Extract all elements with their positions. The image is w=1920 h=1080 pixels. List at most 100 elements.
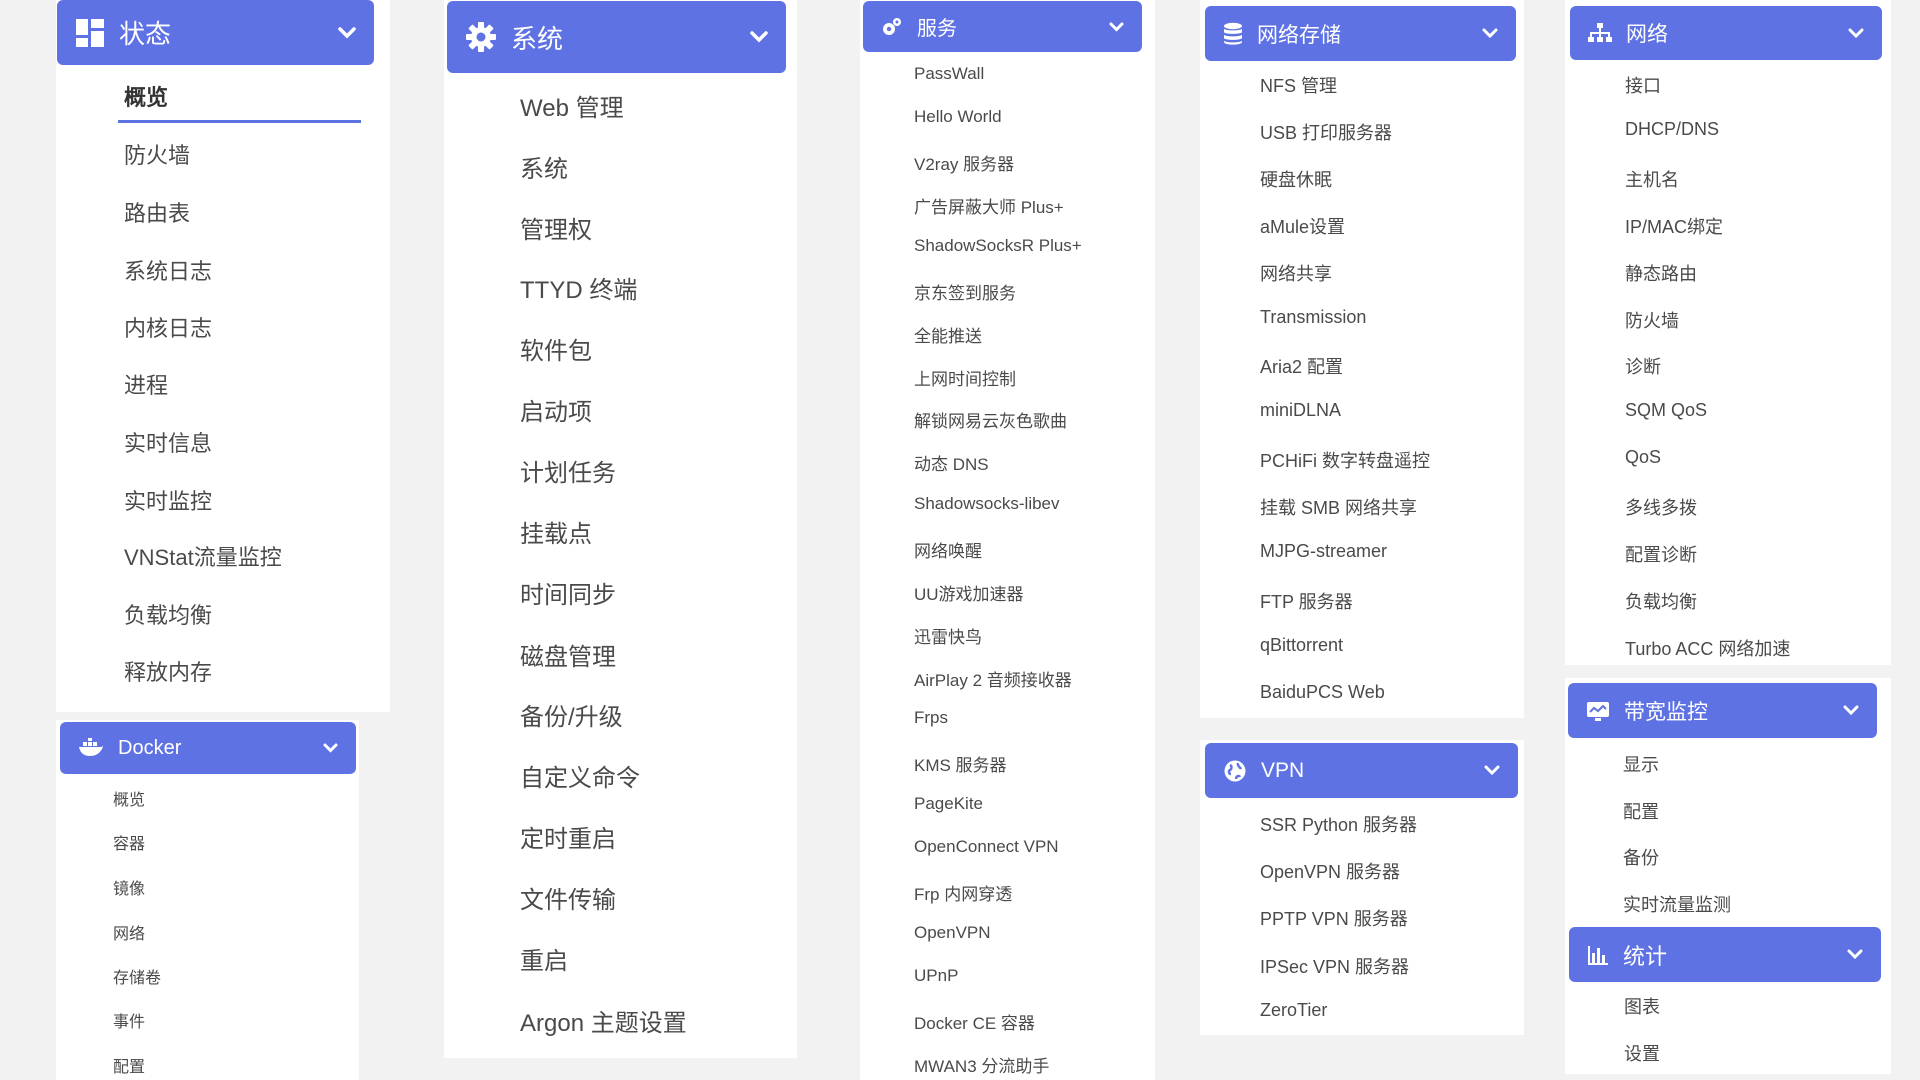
vpn-item[interactable]: SSR Python 服务器 <box>1260 811 1417 837</box>
status-item[interactable]: 负载均衡 <box>124 598 212 630</box>
nas-item[interactable]: Aria2 配置 <box>1260 353 1343 379</box>
network-item[interactable]: IP/MAC绑定 <box>1625 213 1723 239</box>
services-item[interactable]: OpenConnect VPN <box>914 837 1059 857</box>
nas-item[interactable]: NFS 管理 <box>1260 72 1337 98</box>
services-item[interactable]: KMS 服务器 <box>914 751 1007 776</box>
network-item[interactable]: 静态路由 <box>1625 260 1697 286</box>
stats-menu-header[interactable]: 统计 <box>1569 927 1881 982</box>
system-item[interactable]: 重启 <box>520 941 568 976</box>
status-item[interactable]: 内核日志 <box>124 311 212 343</box>
status-item[interactable]: 进程 <box>124 368 168 400</box>
services-item[interactable]: OpenVPN <box>914 923 991 943</box>
status-item[interactable]: 路由表 <box>124 196 190 228</box>
services-item[interactable]: PageKite <box>914 794 983 814</box>
nas-item[interactable]: 网络共享 <box>1260 260 1332 286</box>
system-item[interactable]: Web 管理 <box>520 88 624 123</box>
network-item[interactable]: 多线多拨 <box>1625 494 1697 520</box>
system-item[interactable]: 定时重启 <box>520 819 616 854</box>
stats-item[interactable]: 图表 <box>1624 993 1660 1019</box>
status-menu-header[interactable]: 状态 <box>57 0 374 65</box>
services-item[interactable]: Hello World <box>914 107 1002 127</box>
system-item[interactable]: 磁盘管理 <box>520 637 616 672</box>
services-item[interactable]: 京东签到服务 <box>914 279 1016 304</box>
network-item[interactable]: Turbo ACC 网络加速 <box>1625 635 1790 661</box>
services-item[interactable]: UPnP <box>914 966 958 986</box>
docker-item[interactable]: 配置 <box>113 1053 145 1077</box>
network-item[interactable]: QoS <box>1625 447 1661 468</box>
services-item[interactable]: AirPlay 2 音频接收器 <box>914 666 1072 691</box>
stats-item[interactable]: 设置 <box>1624 1040 1660 1066</box>
status-item[interactable]: 系统日志 <box>124 254 212 286</box>
services-item[interactable]: 上网时间控制 <box>914 365 1016 390</box>
network-item[interactable]: 防火墙 <box>1625 307 1679 333</box>
nas-item[interactable]: qBittorrent <box>1260 635 1343 656</box>
system-item[interactable]: 时间同步 <box>520 575 616 610</box>
services-item[interactable]: 广告屏蔽大师 Plus+ <box>914 193 1064 218</box>
services-item[interactable]: 解锁网易云灰色歌曲 <box>914 407 1067 432</box>
nas-item[interactable]: BaiduPCS Web <box>1260 682 1385 703</box>
docker-item[interactable]: 存储卷 <box>113 964 161 988</box>
vpn-item[interactable]: PPTP VPN 服务器 <box>1260 905 1408 931</box>
network-item[interactable]: 诊断 <box>1625 353 1661 379</box>
services-item[interactable]: UU游戏加速器 <box>914 580 1024 605</box>
status-item[interactable]: 防火墙 <box>124 138 190 170</box>
system-item[interactable]: 挂载点 <box>520 514 592 549</box>
services-item[interactable]: 动态 DNS <box>914 450 989 475</box>
system-item[interactable]: 管理权 <box>520 210 592 245</box>
nas-item[interactable]: miniDLNA <box>1260 400 1341 421</box>
system-menu-header[interactable]: 系统 <box>447 1 786 73</box>
network-menu-header[interactable]: 网络 <box>1570 6 1882 60</box>
services-item[interactable]: MWAN3 分流助手 <box>914 1052 1049 1077</box>
services-item[interactable]: 迅雷快鸟 <box>914 623 982 648</box>
docker-menu-header[interactable]: Docker <box>60 722 356 774</box>
nas-item[interactable]: MJPG-streamer <box>1260 541 1387 562</box>
docker-item[interactable]: 事件 <box>113 1008 145 1032</box>
nas-item[interactable]: Transmission <box>1260 307 1366 328</box>
docker-item[interactable]: 概览 <box>113 786 145 810</box>
status-item[interactable]: 实时监控 <box>124 484 212 516</box>
network-item[interactable]: 接口 <box>1625 72 1661 98</box>
system-item[interactable]: 系统 <box>520 149 568 184</box>
services-item[interactable]: V2ray 服务器 <box>914 150 1014 175</box>
vpn-item[interactable]: OpenVPN 服务器 <box>1260 858 1400 884</box>
bandwidth-menu-header[interactable]: 带宽监控 <box>1568 683 1877 738</box>
network-item[interactable]: 配置诊断 <box>1625 541 1697 567</box>
nas-item[interactable]: USB 打印服务器 <box>1260 119 1392 145</box>
network-item[interactable]: 主机名 <box>1625 166 1679 192</box>
services-item[interactable]: PassWall <box>914 64 984 84</box>
services-item[interactable]: Docker CE 容器 <box>914 1009 1035 1034</box>
network-item[interactable]: SQM QoS <box>1625 400 1707 421</box>
docker-item[interactable]: 镜像 <box>113 875 145 899</box>
nas-item[interactable]: FTP 服务器 <box>1260 588 1353 614</box>
nas-menu-header[interactable]: 网络存储 <box>1205 6 1516 61</box>
docker-item[interactable]: 网络 <box>113 920 145 944</box>
services-menu-header[interactable]: 服务 <box>863 1 1142 52</box>
nas-item[interactable]: 挂载 SMB 网络共享 <box>1260 494 1417 520</box>
services-item[interactable]: 网络唤醒 <box>914 537 982 562</box>
nas-item[interactable]: PCHiFi 数字转盘遥控 <box>1260 447 1430 473</box>
services-item[interactable]: Shadowsocks-libev <box>914 494 1060 514</box>
vpn-menu-header[interactable]: VPN <box>1205 743 1518 798</box>
docker-item[interactable]: 容器 <box>113 830 145 854</box>
bandwidth-item[interactable]: 实时流量监测 <box>1623 891 1731 917</box>
system-item[interactable]: TTYD 终端 <box>520 270 637 305</box>
status-item[interactable]: VNStat流量监控 <box>124 540 282 572</box>
status-item[interactable]: 实时信息 <box>124 426 212 458</box>
system-item[interactable]: 文件传输 <box>520 880 616 915</box>
vpn-item[interactable]: IPSec VPN 服务器 <box>1260 953 1409 979</box>
system-item[interactable]: Argon 主题设置 <box>520 1003 687 1038</box>
network-item[interactable]: 负载均衡 <box>1625 588 1697 614</box>
status-item[interactable]: 概览 <box>124 80 168 112</box>
nas-item[interactable]: 硬盘休眠 <box>1260 166 1332 192</box>
status-item[interactable]: 释放内存 <box>124 655 212 687</box>
services-item[interactable]: 全能推送 <box>914 322 982 347</box>
bandwidth-item[interactable]: 配置 <box>1623 798 1659 824</box>
system-item[interactable]: 自定义命令 <box>520 758 640 793</box>
services-item[interactable]: Frps <box>914 708 948 728</box>
services-item[interactable]: Frp 内网穿透 <box>914 880 1012 905</box>
system-item[interactable]: 备份/升级 <box>520 697 623 732</box>
services-item[interactable]: ShadowSocksR Plus+ <box>914 236 1082 256</box>
bandwidth-item[interactable]: 备份 <box>1623 844 1659 870</box>
network-item[interactable]: DHCP/DNS <box>1625 119 1719 140</box>
nas-item[interactable]: aMule设置 <box>1260 213 1345 239</box>
